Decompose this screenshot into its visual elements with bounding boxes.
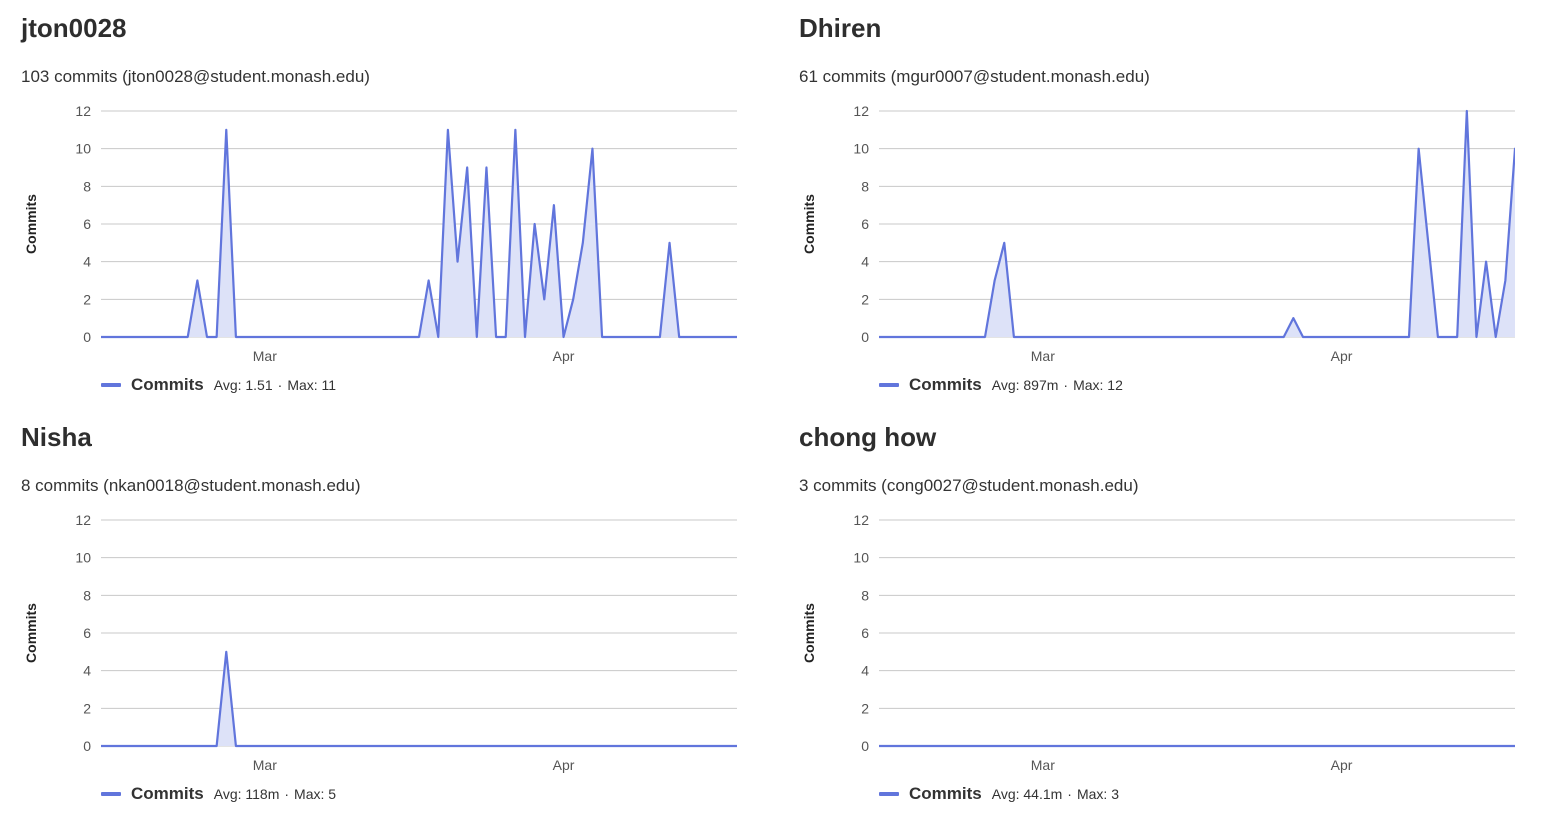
y-tick-label: 4	[861, 663, 869, 679]
x-tick-label: Mar	[1031, 757, 1055, 773]
y-tick-label: 10	[853, 550, 869, 566]
legend-swatch	[879, 383, 899, 387]
y-tick-label: 6	[861, 216, 869, 232]
y-tick-label: 6	[83, 216, 91, 232]
chart-legend: Commits Avg: 118m · Max: 5	[101, 783, 336, 805]
legend-avg: Avg: 897m	[991, 377, 1059, 393]
commits-chart: 0 2 4 6 8 10 12 Mar Apr Commits	[801, 512, 1534, 773]
y-axis-label: Commits	[23, 194, 39, 254]
legend-avg: Avg: 44.1m	[991, 786, 1063, 802]
contributor-panel: Dhiren 61 commits (mgur0007@student.mona…	[799, 13, 1546, 414]
contributor-name: Dhiren	[799, 13, 882, 43]
contributor-name: jton0028	[21, 13, 127, 43]
chart-legend: Commits Avg: 44.1m · Max: 3	[879, 783, 1119, 805]
y-tick-label: 4	[861, 254, 869, 270]
contributor-name: Nisha	[21, 422, 92, 452]
contributor-summary: 3 commits (cong0027@student.monash.edu)	[799, 476, 1139, 495]
legend-swatch	[101, 383, 121, 387]
legend-swatch	[879, 792, 899, 796]
y-tick-label: 0	[83, 329, 91, 345]
legend-separator: ·	[1067, 786, 1072, 802]
legend-max: Max: 11	[287, 377, 337, 393]
y-tick-label: 12	[853, 512, 869, 528]
contributor-summary: 8 commits (nkan0018@student.monash.edu)	[21, 476, 361, 495]
y-tick-label: 8	[83, 178, 91, 194]
y-tick-label: 2	[83, 291, 91, 307]
series-line	[879, 744, 1515, 748]
y-tick-label: 12	[75, 103, 91, 119]
y-tick-label: 12	[853, 103, 869, 119]
chart-legend: Commits Avg: 1.51 · Max: 11	[101, 374, 336, 396]
legend-separator: ·	[284, 786, 290, 802]
legend-max: Max: 12	[1073, 377, 1123, 393]
series-group	[101, 128, 737, 339]
commits-chart: 0 2 4 6 8 10 12 Mar Apr Commits	[23, 103, 737, 364]
x-tick-label: Apr	[553, 757, 575, 773]
y-tick-label: 0	[83, 738, 91, 754]
x-tick-label: Apr	[1331, 757, 1353, 773]
y-tick-label: 2	[861, 291, 869, 307]
x-tick-label: Mar	[253, 348, 277, 364]
y-axis-label: Commits	[801, 194, 817, 254]
legend-avg: Avg: 118m	[213, 786, 280, 802]
legend-max: Max: 3	[1076, 786, 1119, 802]
y-tick-label: 8	[861, 178, 869, 194]
contributor-summary: 61 commits (mgur0007@student.monash.edu)	[799, 67, 1150, 86]
y-tick-label: 6	[861, 625, 869, 641]
x-tick-label: Apr	[553, 348, 575, 364]
commits-chart: 0 2 4 6 8 10 12 Mar Apr Commits	[801, 103, 1515, 364]
y-tick-label: 2	[83, 700, 91, 716]
series-area	[101, 651, 737, 746]
contributor-panel: chong how 3 commits (cong0027@student.mo…	[799, 422, 1546, 823]
series-group	[879, 690, 1534, 748]
series-group	[101, 650, 737, 748]
y-axis-label: Commits	[23, 603, 39, 663]
x-tick-label: Mar	[253, 757, 277, 773]
legend-avg: Avg: 1.51	[213, 377, 273, 393]
legend-series-label[interactable]: Commits	[909, 375, 982, 395]
y-tick-label: 8	[861, 587, 869, 603]
legend-max: Max: 5	[294, 786, 337, 802]
y-axis-label: Commits	[801, 603, 817, 663]
y-tick-label: 10	[75, 141, 91, 157]
y-tick-label: 4	[83, 663, 91, 679]
legend-series-label[interactable]: Commits	[131, 375, 204, 395]
y-tick-label: 10	[75, 550, 91, 566]
contributor-panel: Nisha 8 commits (nkan0018@student.monash…	[21, 422, 781, 823]
commits-chart: 0 2 4 6 8 10 12 Mar Apr Commits	[23, 512, 737, 773]
legend-series-label[interactable]: Commits	[131, 784, 204, 804]
series-line	[101, 650, 737, 748]
y-tick-label: 4	[83, 254, 91, 270]
chart-legend: Commits Avg: 897m · Max: 12	[879, 374, 1123, 396]
x-tick-label: Mar	[1031, 348, 1055, 364]
legend-series-label[interactable]: Commits	[909, 784, 982, 804]
y-tick-label: 6	[83, 625, 91, 641]
y-tick-label: 10	[853, 141, 869, 157]
y-tick-label: 12	[75, 512, 91, 528]
legend-separator: ·	[1063, 377, 1069, 393]
x-tick-label: Apr	[1331, 348, 1353, 364]
contributor-name: chong how	[799, 422, 937, 452]
contributor-panel: jton0028 103 commits (jton0028@student.m…	[21, 13, 781, 414]
series-area	[879, 690, 1534, 747]
y-tick-label: 0	[861, 329, 869, 345]
legend-separator: ·	[277, 377, 283, 393]
legend-swatch	[101, 792, 121, 796]
y-tick-label: 8	[83, 587, 91, 603]
y-tick-label: 0	[861, 738, 869, 754]
contributor-summary: 103 commits (jton0028@student.monash.edu…	[21, 67, 370, 86]
y-tick-label: 2	[861, 700, 869, 716]
